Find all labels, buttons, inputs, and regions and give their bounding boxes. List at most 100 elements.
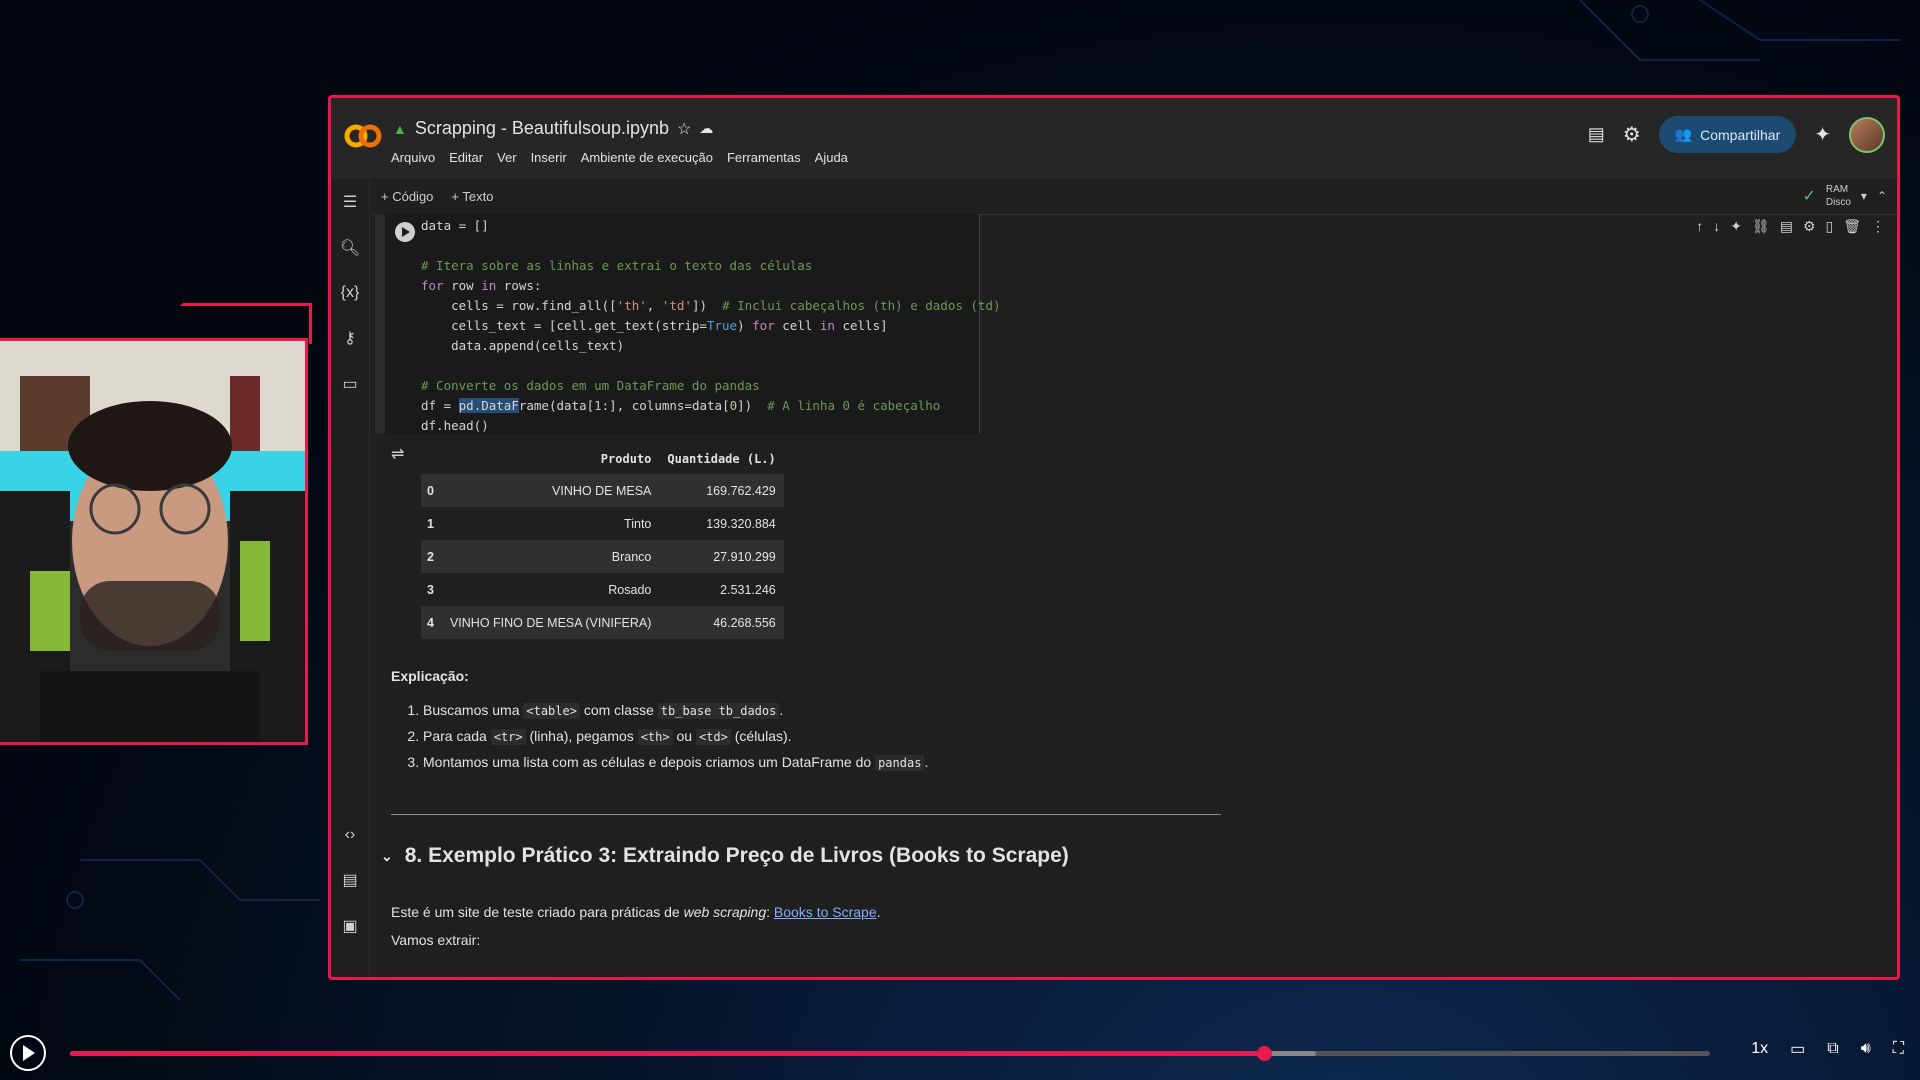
code-line: df.head() [421, 418, 489, 433]
list-item: Montamos uma lista com as células e depo… [423, 754, 1291, 771]
find-icon[interactable]: 🔍︎ [339, 238, 361, 260]
dataframe-output: Produto Quantidade (L.) 0 VINHO DE MESA … [421, 444, 784, 639]
link-icon[interactable]: ⛓ [1752, 218, 1770, 235]
runtime-dropdown-icon[interactable]: ▾ [1861, 189, 1867, 203]
divider [391, 814, 1221, 815]
books-to-scrape-link[interactable]: Books to Scrape [774, 904, 877, 920]
list-item: Para cada <tr> (linha), pegamos <th> ou … [423, 728, 1291, 745]
cell-produto: VINHO FINO DE MESA (VINIFERA) [441, 606, 660, 639]
fullscreen-icon[interactable]: ⛶ [1893, 1040, 1904, 1058]
table-header-row: Produto Quantidade (L.) [421, 444, 784, 474]
secrets-key-icon[interactable]: ⚷ [339, 328, 361, 350]
code-line: # Converte os dados em um DataFrame do p… [421, 378, 760, 393]
menu-ajuda[interactable]: Ajuda [815, 150, 848, 165]
menu-ferramentas[interactable]: Ferramentas [727, 150, 801, 165]
section-collapse-chevron-icon[interactable]: ⌄ [381, 848, 393, 865]
table-header: Quantidade (L.) [667, 452, 776, 466]
move-up-icon[interactable]: ↑ [1696, 218, 1703, 235]
menu-inserir[interactable]: Inserir [531, 150, 567, 165]
table-row: 4 VINHO FINO DE MESA (VINIFERA) 46.268.5… [421, 606, 784, 639]
disk-label: Disco [1825, 197, 1851, 208]
video-player-controls: 1x ▭ ⧉ 🔊︎ ⛶ [0, 1025, 1920, 1080]
row-index: 0 [421, 474, 442, 507]
webcam-presenter-image [0, 341, 305, 742]
drive-icon: ▲ [393, 120, 407, 137]
colab-window: ▲ Scrapping - Beautifulsoup.ipynb ☆ ☁ Ar… [328, 95, 1900, 980]
move-down-icon[interactable]: ↓ [1713, 218, 1720, 235]
code-editor[interactable]: data = [] # Itera sobre as linhas e extr… [421, 216, 1001, 436]
seek-bar[interactable] [70, 1046, 1710, 1061]
playback-speed[interactable]: 1x [1751, 1040, 1768, 1058]
row-index: 1 [421, 507, 442, 540]
avatar[interactable] [1849, 116, 1885, 153]
row-index: 2 [421, 540, 442, 573]
star-icon[interactable]: ☆ [677, 119, 691, 139]
resource-monitor[interactable]: RAM Disco [1826, 183, 1851, 209]
terminal-icon[interactable]: ▣ [339, 916, 361, 938]
menu-bar: Arquivo Editar Ver Inserir Ambiente de e… [391, 150, 848, 165]
delete-icon[interactable]: 🗑︎ [1843, 218, 1861, 235]
cell-produto: Branco [441, 540, 660, 573]
play-button[interactable] [10, 1035, 46, 1071]
comment-icon[interactable]: ▤ [1780, 218, 1793, 235]
section-title: 8. Exemplo Prático 3: Extraindo Preço de… [404, 844, 1069, 867]
output-actions-icon[interactable]: ⇌ [391, 444, 404, 464]
mirror-cell-icon[interactable]: ▯ [1826, 218, 1834, 235]
run-cell-button[interactable] [395, 222, 415, 242]
notebook-toolbar: + Código + Texto ✓ RAM Disco ▾ ⌃ [371, 178, 1897, 215]
cell-quantidade: 27.910.299 [659, 540, 784, 573]
table-row: 3 Rosado 2.531.246 [421, 573, 784, 606]
table-header [421, 444, 442, 474]
toc-list-icon[interactable]: ☰ [339, 192, 361, 214]
cell-quantidade: 2.531.246 [659, 573, 784, 606]
table-row: 2 Branco 27.910.299 [421, 540, 784, 573]
volume-icon[interactable]: 🔊︎ [1861, 1040, 1871, 1058]
explanation-heading: Explicação: [391, 668, 469, 684]
table-row: 1 Tinto 139.320.884 [421, 507, 784, 540]
menu-ver[interactable]: Ver [497, 150, 517, 165]
webcam-video [0, 338, 308, 745]
left-sidebar: ☰ 🔍︎ {x} ⚷ ▭ ‹› ▤ ▣ [331, 178, 370, 977]
explanation-text-cell: Explicação: Buscamos uma <table> com cla… [391, 668, 1291, 780]
list-item: Buscamos uma <table> com classe tb_base … [423, 702, 1291, 719]
code-snippets-icon[interactable]: ‹› [339, 824, 361, 846]
share-button[interactable]: 👥 Compartilhar [1658, 116, 1797, 153]
files-folder-icon[interactable]: ▭ [339, 374, 361, 396]
cell-quantidade: 169.762.429 [659, 474, 784, 507]
collapse-chevron-icon[interactable]: ⌃ [1877, 189, 1887, 203]
menu-ambiente[interactable]: Ambiente de execução [581, 150, 713, 165]
menu-arquivo[interactable]: Arquivo [391, 150, 435, 165]
add-text-button[interactable]: + Texto [451, 189, 493, 204]
cloud-icon[interactable]: ☁ [699, 120, 713, 137]
colab-logo-icon [344, 124, 382, 148]
ram-label: RAM [1825, 184, 1849, 195]
comments-icon[interactable]: ▤ [1588, 124, 1605, 145]
vamos-extrair-text: Vamos extrair: [391, 932, 481, 948]
cell-quantidade: 139.320.884 [659, 507, 784, 540]
notebook-title[interactable]: Scrapping - Beautifulsoup.ipynb [415, 118, 669, 139]
share-people-icon: 👥 [1674, 126, 1693, 142]
row-index: 4 [421, 606, 442, 639]
colab-header: ▲ Scrapping - Beautifulsoup.ipynb ☆ ☁ Ar… [331, 98, 1897, 178]
add-code-button[interactable]: + Código [381, 189, 433, 204]
settings-gear-icon[interactable]: ⚙ [1623, 122, 1641, 147]
command-palette-icon[interactable]: ▤ [339, 870, 361, 892]
table-header: Produto [600, 452, 652, 466]
cell-toolbar: ↑ ↓ ✦ ⛓ ▤ ⚙ ▯ 🗑︎ ⋮ [1696, 218, 1885, 235]
menu-editar[interactable]: Editar [449, 150, 483, 165]
seek-handle[interactable] [1256, 1046, 1272, 1061]
table-row: 0 VINHO DE MESA 169.762.429 [421, 474, 784, 507]
more-options-icon[interactable]: ⋮ [1871, 218, 1885, 235]
variables-icon[interactable]: {x} [339, 282, 361, 304]
gemini-sparkle-icon[interactable]: ✦ [1814, 122, 1831, 147]
code-line: # Itera sobre as linhas e extrai o texto… [421, 258, 813, 273]
cell-settings-icon[interactable]: ⚙ [1803, 218, 1816, 235]
cell-produto: Tinto [441, 507, 660, 540]
row-index: 3 [421, 573, 442, 606]
section-paragraph: Este é um site de teste criado para prát… [391, 898, 881, 954]
cell-produto: VINHO DE MESA [441, 474, 660, 507]
picture-in-picture-icon[interactable]: ⧉ [1827, 1040, 1838, 1058]
cell-quantidade: 46.268.556 [659, 606, 784, 639]
sparkle-icon[interactable]: ✦ [1730, 218, 1742, 235]
captions-icon[interactable]: ▭ [1790, 1039, 1805, 1059]
